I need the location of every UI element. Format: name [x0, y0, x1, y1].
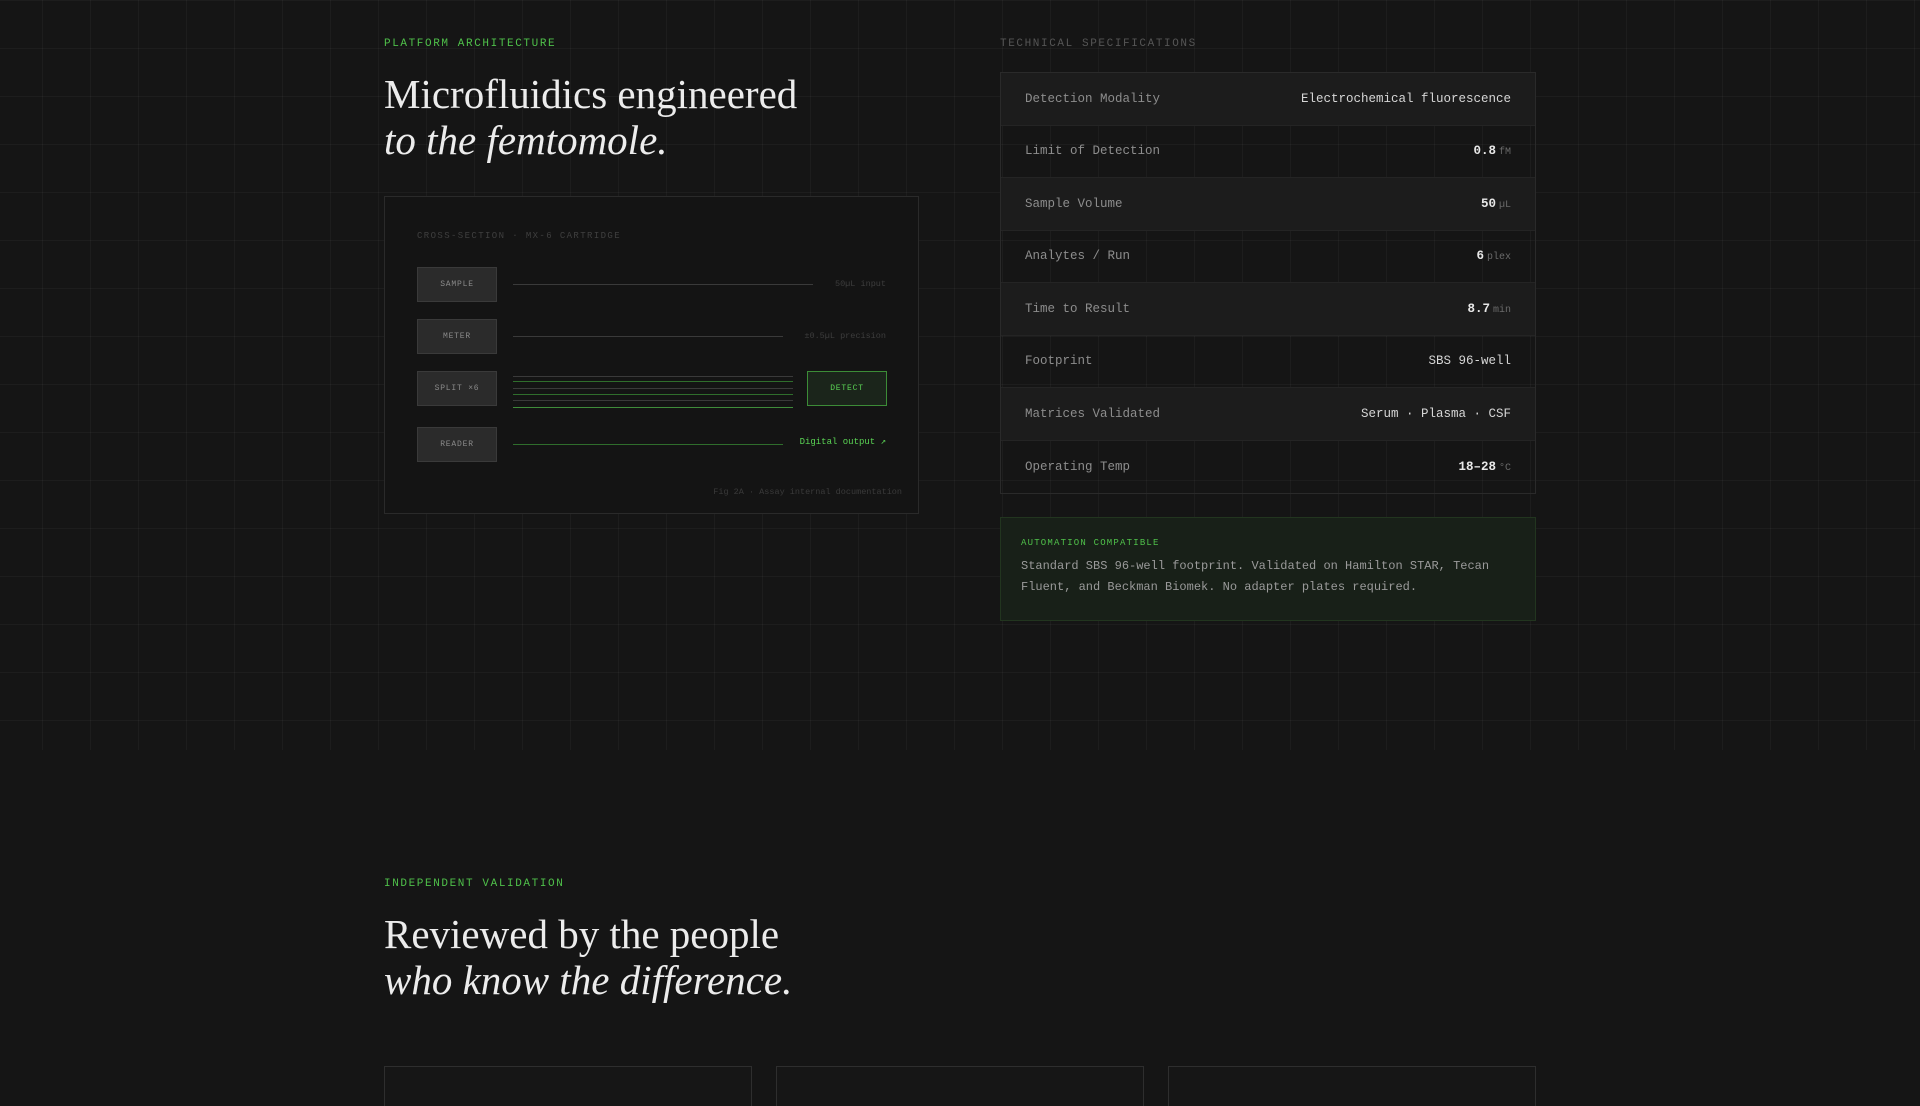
spec-row: Operating Temp 18–28 °C [1001, 441, 1535, 494]
spec-row: Analytes / Run 6 plex [1001, 231, 1535, 283]
spec-value: 50 µL [1480, 196, 1511, 211]
spec-row: Detection Modality Electrochemical fluor… [1001, 73, 1535, 126]
automation-text: Standard SBS 96-well footprint. Validate… [1021, 559, 1490, 594]
spec-row: Footprint SBS 96-well [1001, 336, 1535, 388]
stage-split: SPLIT ×6 [417, 371, 497, 406]
specs-eyebrow: TECHNICAL SPECIFICATIONS [1000, 38, 1197, 50]
spec-row: Matrices Validated Serum · Plasma · CSF [1001, 388, 1535, 441]
stage-reader: READER [417, 427, 497, 462]
detect-box: DETECT [807, 371, 887, 406]
automation-tag: AUTOMATION COMPATIBLE [1021, 538, 1160, 548]
validation-title: Reviewed by the people who know the diff… [384, 911, 1084, 1003]
split-channel-4 [513, 394, 793, 395]
validation-title-line1: Reviewed by the people [384, 911, 780, 957]
spec-value: SBS 96-well [1428, 354, 1511, 369]
validation-eyebrow: INDEPENDENT VALIDATION [384, 878, 565, 890]
architecture-title-line2: to the femtomole. [384, 117, 668, 163]
architecture-section: PLATFORM ARCHITECTURE Microfluidics engi… [384, 0, 1536, 750]
automation-callout: AUTOMATION COMPATIBLE Standard SBS 96-we… [1000, 517, 1536, 621]
stage-sample: SAMPLE [417, 267, 497, 302]
validation-title-line2: who know the difference. [384, 957, 793, 1003]
spec-value: 18–28 °C [1458, 459, 1511, 474]
stage-meter: METER [417, 319, 497, 354]
meter-note: ±0.5µL precision [804, 331, 886, 341]
spec-value: Serum · Plasma · CSF [1360, 406, 1511, 421]
split-channel-1 [513, 376, 793, 377]
architecture-title-line1: Microfluidics engineered [384, 71, 798, 117]
spec-value: 6 plex [1476, 249, 1511, 264]
spec-key: Analytes / Run [1025, 249, 1131, 264]
split-channel-5 [513, 400, 793, 401]
spec-value: 8.7 min [1467, 301, 1511, 316]
split-channel-3 [513, 388, 793, 389]
spec-row: Limit of Detection 0.8 fM [1001, 126, 1535, 178]
review-card-3[interactable] [1168, 1066, 1536, 1106]
digital-output-link[interactable]: Digital output ↗ [800, 437, 886, 447]
spec-row: Sample Volume 50 µL [1001, 178, 1535, 231]
meter-channel [513, 336, 783, 337]
sample-channel [513, 284, 813, 285]
diagram-caption: CROSS-SECTION · MX-6 CARTRIDGE [417, 231, 622, 241]
spec-key: Limit of Detection [1025, 144, 1161, 159]
review-card-2[interactable] [776, 1066, 1144, 1106]
spec-key: Detection Modality [1025, 91, 1161, 106]
split-channel-6 [513, 407, 793, 408]
spec-value: Electrochemical fluorescence [1300, 91, 1511, 106]
reader-channel [513, 444, 783, 445]
architecture-title: Microfluidics engineered to the femtomol… [384, 71, 920, 163]
spec-key: Sample Volume [1025, 196, 1123, 211]
spec-value: 0.8 fM [1473, 144, 1511, 159]
split-channel-2 [513, 381, 793, 382]
spec-key: Matrices Validated [1025, 406, 1161, 421]
spec-row: Time to Result 8.7 min [1001, 283, 1535, 336]
review-card-1[interactable] [384, 1066, 752, 1106]
spec-key: Time to Result [1025, 301, 1131, 316]
figure-caption: Fig 2A · Assay internal documentation [713, 487, 902, 497]
spec-table: Detection Modality Electrochemical fluor… [1000, 72, 1536, 494]
architecture-eyebrow: PLATFORM ARCHITECTURE [384, 38, 557, 50]
cartridge-diagram: CROSS-SECTION · MX-6 CARTRIDGE SAMPLE 50… [384, 196, 919, 514]
sample-note: 50µL input [834, 279, 886, 289]
spec-key: Footprint [1025, 354, 1093, 369]
spec-key: Operating Temp [1025, 459, 1131, 474]
